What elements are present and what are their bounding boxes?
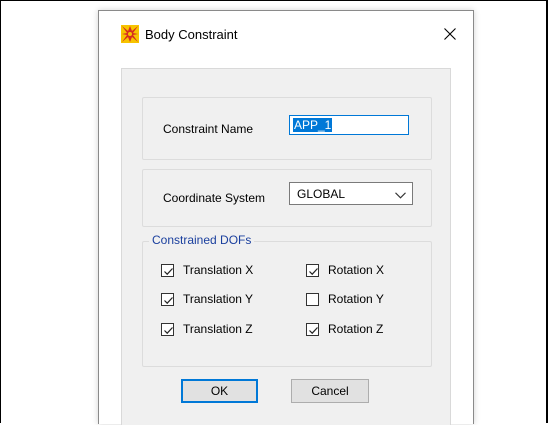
checkmark-icon <box>164 326 173 334</box>
coordinate-system-label: Coordinate System <box>163 191 266 205</box>
rotation-y-checkbox[interactable]: Rotation Y <box>306 292 384 306</box>
constrained-dofs-legend: Constrained DOFs <box>149 233 255 247</box>
dialog-body: Constraint Name APP_1 Coordinate System … <box>121 68 451 425</box>
translation-z-label: Translation Z <box>183 322 253 336</box>
constraint-name-value: APP_1 <box>293 118 333 132</box>
checkbox-box[interactable] <box>306 322 319 336</box>
checkbox-box[interactable] <box>161 292 174 306</box>
translation-x-checkbox[interactable]: Translation X <box>161 263 253 277</box>
ok-button[interactable]: OK <box>181 379 258 403</box>
rotation-z-checkbox[interactable]: Rotation Z <box>306 322 383 336</box>
checkbox-box[interactable] <box>306 292 319 306</box>
body-constraint-dialog: Body Constraint Constraint Name APP_1 Co… <box>98 10 474 425</box>
translation-z-checkbox[interactable]: Translation Z <box>161 322 253 336</box>
coordinate-system-value: GLOBAL <box>297 187 346 201</box>
rotation-x-label: Rotation X <box>328 263 385 277</box>
constraint-name-input[interactable]: APP_1 <box>289 115 409 135</box>
coordinate-system-select[interactable]: GLOBAL <box>289 182 413 205</box>
checkmark-icon <box>309 267 318 275</box>
rotation-y-label: Rotation Y <box>328 292 384 306</box>
app-icon <box>121 25 139 43</box>
checkbox-box[interactable] <box>306 263 319 277</box>
checkmark-icon <box>164 296 173 304</box>
translation-y-label: Translation Y <box>183 292 254 306</box>
close-button[interactable] <box>433 19 467 49</box>
rotation-z-label: Rotation Z <box>328 322 384 336</box>
checkmark-icon <box>164 267 173 275</box>
translation-y-checkbox[interactable]: Translation Y <box>161 292 253 306</box>
dialog-title: Body Constraint <box>145 27 238 42</box>
page-frame-top <box>0 0 548 1</box>
checkmark-icon <box>309 326 318 334</box>
constraint-name-label: Constraint Name <box>163 122 254 136</box>
chevron-down-icon <box>395 188 406 202</box>
checkbox-box[interactable] <box>161 322 174 336</box>
title-bar[interactable]: Body Constraint <box>99 11 473 57</box>
checkbox-box[interactable] <box>161 263 174 277</box>
close-icon <box>444 28 456 40</box>
translation-x-label: Translation X <box>183 263 254 277</box>
cancel-button[interactable]: Cancel <box>291 379 369 403</box>
page-frame-left <box>0 0 1 423</box>
rotation-x-checkbox[interactable]: Rotation X <box>306 263 384 277</box>
